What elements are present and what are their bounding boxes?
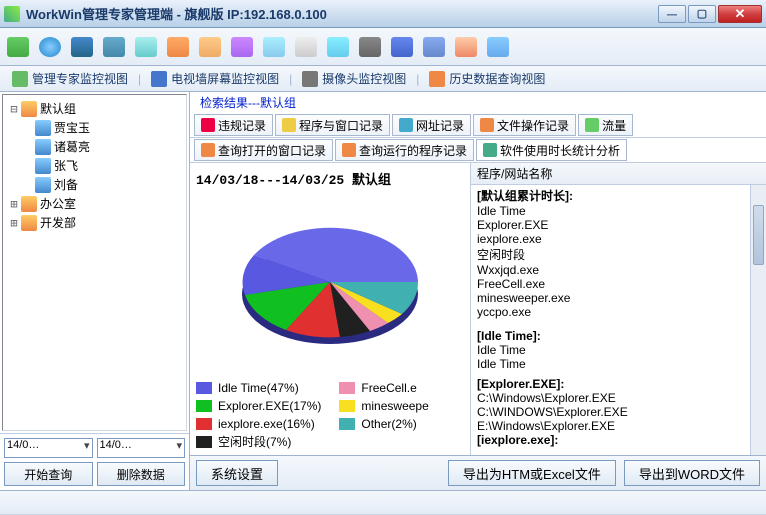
main-toolbar xyxy=(0,28,766,66)
sidebar: ⊟默认组 贾宝玉 诸葛亮 张飞 刘备 ⊞办公室 ⊞开发部 14/0… 14/0…… xyxy=(0,92,190,490)
system-settings-button[interactable]: 系统设置 xyxy=(196,460,278,486)
search-result-label: 检索结果---默认组 xyxy=(190,92,766,113)
tree-node[interactable]: 张飞 xyxy=(7,156,182,175)
tb-camera-icon[interactable] xyxy=(356,34,384,60)
tb-clear-icon[interactable] xyxy=(292,34,320,60)
export-word-button[interactable]: 导出到WORD文件 xyxy=(624,460,760,486)
delete-data-button[interactable]: 删除数据 xyxy=(97,462,186,486)
stats-row: yccpo.exe3 xyxy=(477,305,760,319)
view-history[interactable]: 历史数据查询视图 xyxy=(423,68,551,89)
tab-urls[interactable]: 网址记录 xyxy=(392,114,471,136)
close-button[interactable]: ✕ xyxy=(718,5,762,23)
view-tvwall[interactable]: 电视墙屏幕监控视图 xyxy=(145,68,285,89)
legend-item: Idle Time(47%) xyxy=(196,379,321,397)
legend-item: Other(2%) xyxy=(339,415,428,433)
stats-row: Idle Time6 xyxy=(477,204,760,218)
tree-group-dev[interactable]: ⊞开发部 xyxy=(7,213,182,232)
view-history-label: 历史数据查询视图 xyxy=(449,70,545,87)
maximize-button[interactable]: ▢ xyxy=(688,5,716,23)
tb-settings-icon[interactable] xyxy=(484,34,512,60)
tab-fileops[interactable]: 文件操作记录 xyxy=(473,114,576,136)
stats-row: Idle Time xyxy=(477,357,760,371)
stats-row: E:\Windows\Explorer.EXE xyxy=(477,419,760,433)
date-to[interactable]: 14/0… xyxy=(97,438,186,458)
titlebar: WorkWin管理专家管理端 - 旗舰版 IP:192.168.0.100 ─ … xyxy=(0,0,766,28)
main-area: ⊟默认组 贾宝玉 诸葛亮 张飞 刘备 ⊞办公室 ⊞开发部 14/0… 14/0…… xyxy=(0,92,766,490)
record-tabs-row1: 违规记录 程序与窗口记录 网址记录 文件操作记录 流量 xyxy=(190,113,766,138)
tb-user-icon[interactable] xyxy=(452,34,480,60)
app-icon xyxy=(4,6,20,22)
start-query-button[interactable]: 开始查询 xyxy=(4,462,93,486)
stats-row: Explorer.EXE2 xyxy=(477,218,760,232)
view-camera-label: 摄像头监控视图 xyxy=(322,70,406,87)
view-tabs: 管理专家监控视图 | 电视墙屏幕监控视图 | 摄像头监控视图 | 历史数据查询视… xyxy=(0,66,766,92)
stats-scrollbar[interactable] xyxy=(750,185,766,455)
content-pane: 检索结果---默认组 违规记录 程序与窗口记录 网址记录 文件操作记录 流量 查… xyxy=(190,92,766,490)
chart-title: 14/03/18---14/03/25 默认组 xyxy=(196,167,464,194)
date-from[interactable]: 14/0… xyxy=(4,438,93,458)
legend-item: Explorer.EXE(17%) xyxy=(196,397,321,415)
view-monitor[interactable]: 管理专家监控视图 xyxy=(6,68,134,89)
stats-section: [Explorer.EXE]: xyxy=(477,377,760,391)
view-monitor-label: 管理专家监控视图 xyxy=(32,70,128,87)
tree-node[interactable]: 诸葛亮 xyxy=(7,137,182,156)
tb-screens-icon[interactable] xyxy=(68,34,96,60)
tab-more[interactable]: 流量 xyxy=(578,114,633,136)
tree-node[interactable]: 贾宝玉 xyxy=(7,118,182,137)
sidebar-controls: 14/0… 14/0… 开始查询 删除数据 xyxy=(0,433,189,490)
tab-usage-stats[interactable]: 软件使用时长统计分析 xyxy=(476,139,627,161)
tb-sync-icon[interactable] xyxy=(324,34,352,60)
stats-column-header: 程序/网站名称 xyxy=(471,163,766,185)
tab-query-window[interactable]: 查询打开的窗口记录 xyxy=(194,139,333,161)
tb-card-icon[interactable] xyxy=(420,34,448,60)
tb-find-icon[interactable] xyxy=(260,34,288,60)
stats-row: FreeCell.exe xyxy=(477,277,760,291)
stats-section: [默认组累计时长]: xyxy=(477,187,760,204)
client-tree[interactable]: ⊟默认组 贾宝玉 诸葛亮 张飞 刘备 ⊞办公室 ⊞开发部 xyxy=(2,94,187,431)
record-tabs-row2: 查询打开的窗口记录 查询运行的程序记录 软件使用时长统计分析 xyxy=(190,138,766,163)
tree-node[interactable]: 刘备 xyxy=(7,175,182,194)
tree-group-office[interactable]: ⊞办公室 xyxy=(7,194,182,213)
tree-group-default[interactable]: ⊟默认组 xyxy=(7,99,182,118)
stats-section: [iexplore.exe]: xyxy=(477,433,760,447)
minimize-button[interactable]: ─ xyxy=(658,5,686,23)
window-title: WorkWin管理专家管理端 - 旗舰版 IP:192.168.0.100 xyxy=(26,4,656,23)
stats-row: iexplore.exe2 xyxy=(477,232,760,246)
chart-panel: 14/03/18---14/03/25 默认组 xyxy=(190,163,470,455)
stats-list[interactable]: [默认组累计时长]: Idle Time6 Explorer.EXE2 iexp… xyxy=(471,185,766,455)
tab-query-proc[interactable]: 查询运行的程序记录 xyxy=(335,139,474,161)
stats-row: Idle Time xyxy=(477,343,760,357)
bottom-button-bar: 系统设置 导出为HTM或Excel文件 导出到WORD文件 xyxy=(190,455,766,490)
legend-item: FreeCell.e xyxy=(339,379,428,397)
tb-msg-icon[interactable] xyxy=(132,34,160,60)
status-bar xyxy=(0,490,766,514)
pie-svg xyxy=(225,202,435,372)
legend-item: iexplore.exe(16%) xyxy=(196,415,321,433)
tb-globe-icon[interactable] xyxy=(36,34,64,60)
stats-row: 空闲时段 xyxy=(477,246,760,263)
tb-home-icon[interactable] xyxy=(228,34,256,60)
tb-lock-icon[interactable] xyxy=(164,34,192,60)
scroll-thumb[interactable] xyxy=(753,205,764,265)
tab-violation[interactable]: 违规记录 xyxy=(194,114,273,136)
tb-refresh-icon[interactable] xyxy=(4,34,32,60)
view-tvwall-label: 电视墙屏幕监控视图 xyxy=(171,70,279,87)
legend-item: minesweepe xyxy=(339,397,428,415)
legend-item: 空闲时段(7%) xyxy=(196,433,321,451)
chart-area: 14/03/18---14/03/25 默认组 xyxy=(190,163,766,455)
tb-monitor-icon[interactable] xyxy=(100,34,128,60)
export-excel-button[interactable]: 导出为HTM或Excel文件 xyxy=(448,460,616,486)
tb-disk-icon[interactable] xyxy=(388,34,416,60)
tab-progwin[interactable]: 程序与窗口记录 xyxy=(275,114,390,136)
stats-row: C:\WINDOWS\Explorer.EXE xyxy=(477,405,760,419)
tb-key-icon[interactable] xyxy=(196,34,224,60)
stats-row: minesweeper.exe4 xyxy=(477,291,760,305)
stats-row: Wxxjqd.exe xyxy=(477,263,760,277)
stats-section: [Idle Time]: xyxy=(477,329,760,343)
stats-panel: 程序/网站名称 [默认组累计时长]: Idle Time6 Explorer.E… xyxy=(470,163,766,455)
stats-row: C:\Windows\Explorer.EXE xyxy=(477,391,760,405)
pie-chart xyxy=(196,194,464,379)
chart-legend: Idle Time(47%) Explorer.EXE(17%) iexplor… xyxy=(196,379,464,451)
view-camera[interactable]: 摄像头监控视图 xyxy=(296,68,412,89)
